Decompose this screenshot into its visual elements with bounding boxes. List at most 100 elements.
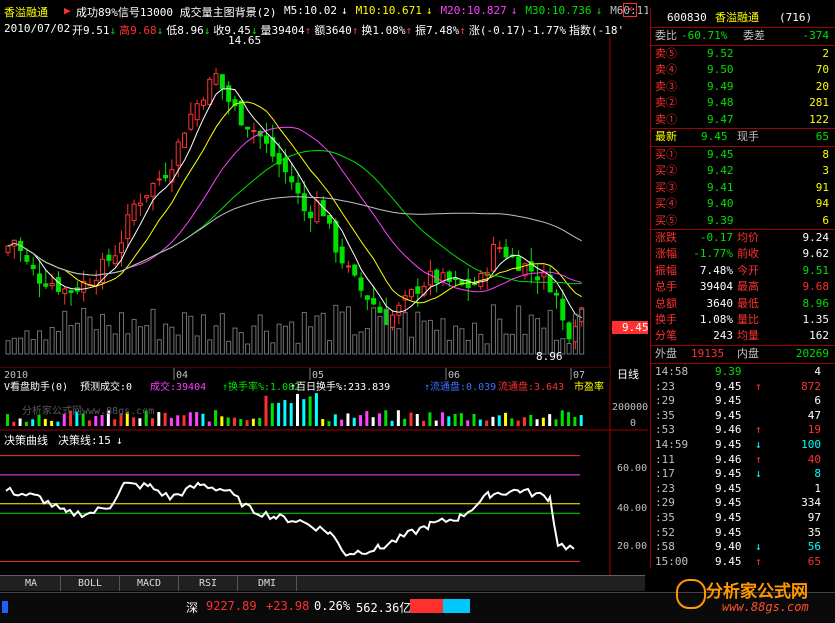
volume-outline-bar — [339, 311, 345, 355]
ma-legend-item: M10:10.671 ↓ — [355, 4, 433, 17]
candle-body — [125, 214, 131, 240]
candle-body — [137, 202, 143, 206]
volume-outline-bar — [37, 330, 43, 355]
volume-bar — [327, 421, 331, 426]
volume-outline-bar — [238, 332, 244, 355]
volume-bar — [12, 421, 16, 426]
candle-body — [188, 113, 194, 130]
volume-bar — [516, 420, 520, 426]
decision-curve — [5, 481, 575, 557]
volume-outline-bar — [106, 324, 112, 355]
tab-macd[interactable]: MACD — [120, 576, 179, 591]
volume-bar — [434, 420, 438, 426]
decision-scale-40: 40.00 — [617, 503, 647, 514]
volume-outline-bar — [364, 328, 370, 355]
tab-rsi[interactable]: RSI — [179, 576, 238, 591]
tab-ma[interactable]: MA — [2, 576, 61, 591]
volume-bar — [359, 415, 363, 426]
candle-body — [156, 178, 162, 181]
volume-title-item: ↑百日换手%:233.839 — [290, 380, 390, 393]
candle-body — [207, 78, 213, 106]
volume-bar — [151, 418, 154, 426]
indicator-tabs: MA BOLL MACD RSI DMI — [0, 575, 645, 591]
ma-legend: M5:10.02 ↓ M10:10.671 ↓ M20:10.827 ↓ M30:10.73… — [284, 4, 648, 17]
volume-outline-bar — [270, 342, 276, 355]
waipan-row: 外盘 19135 内盘 20269 — [655, 347, 829, 360]
volume-outline-bar — [49, 326, 55, 355]
candle-body — [175, 141, 181, 166]
tab-dmi[interactable]: DMI — [238, 576, 297, 591]
tick-row: :11 9.46 ↑ 40 — [655, 452, 821, 466]
volume-bar — [491, 416, 495, 426]
volume-bar — [453, 413, 457, 426]
chart-area[interactable]: 14.65 8.96 9.45 2010 04 05 06 07 日线 V看盘助… — [0, 36, 648, 576]
volume-title-item: 成交:39404 — [150, 380, 206, 393]
tick-row: :35 9.45 97 — [655, 511, 821, 524]
volume-bar — [245, 420, 249, 426]
sell-level-row: 卖④ 9.50 70 — [655, 63, 829, 77]
volume-outline-bar — [377, 315, 383, 355]
info-item: 低8.96↓ — [166, 24, 211, 36]
candle-body — [503, 246, 509, 258]
sell-price: 9.49 — [707, 79, 734, 93]
volume-outline-bar — [18, 337, 24, 355]
candle-body — [37, 273, 43, 284]
volume-outline-bar — [93, 329, 99, 355]
volume-bar — [132, 417, 136, 426]
volume-outline-bar — [188, 315, 194, 355]
latest-row: 最新 9.45 现手 65 — [655, 130, 829, 143]
candle-body — [377, 306, 383, 313]
candle-body — [112, 255, 118, 265]
volume-outline-bar — [87, 316, 93, 355]
xianshou-value: 65 — [815, 130, 829, 143]
info-item: 涨(-0.17)-1.77% — [468, 24, 566, 36]
volume-outline-bar — [169, 326, 175, 355]
candle-body — [535, 276, 541, 281]
stat-row: 振幅 7.48% 今开 9.51 — [655, 263, 829, 277]
volume-bar — [6, 414, 9, 426]
volume-bar — [314, 393, 318, 426]
info-date: 2010/07/02 — [4, 22, 71, 35]
ma-legend-item: M20:10.827 ↓ — [440, 4, 518, 17]
sell-price: 9.48 — [707, 96, 734, 110]
tab-boll[interactable]: BOLL — [61, 576, 120, 591]
volume-outline-bar — [371, 307, 377, 355]
volume-outline-bar — [55, 331, 61, 355]
volume-outline-bar — [5, 340, 11, 355]
sell-price: 9.50 — [707, 63, 734, 77]
volume-outline-bar — [207, 339, 213, 355]
index-value: 9227.89 — [206, 599, 257, 613]
stat-row: 涨跌 -0.17 均价 9.24 — [655, 231, 829, 244]
volume-outline-bar — [509, 333, 515, 355]
site-badge: 分析家公式网 www.88gs.com — [676, 573, 834, 621]
volume-bar — [466, 420, 470, 426]
candle-body — [427, 270, 433, 286]
candle-body — [358, 277, 364, 291]
close-icon[interactable]: × — [623, 3, 637, 17]
candle-body — [163, 174, 169, 179]
waipan-value: 19135 — [691, 347, 725, 360]
volume-title-item: 预测成交:0 — [80, 380, 132, 393]
volume-bar — [390, 420, 394, 426]
quote-stock-name: 香溢融通 — [715, 11, 759, 24]
volume-outline-bar — [472, 322, 478, 355]
tick-row: :58 9.40 ↓ 56 — [655, 540, 821, 554]
start-icon[interactable] — [2, 601, 8, 613]
volume-outline-bar — [163, 323, 169, 355]
high-label: 14.65 — [228, 36, 261, 47]
volume-outline-bar — [156, 339, 162, 355]
volume-bar — [554, 419, 558, 426]
index-pct: 0.26% — [314, 599, 351, 613]
tick-row: 14:59 9.45 ↓ 100 — [655, 438, 821, 451]
period-label[interactable]: 日线 — [617, 367, 639, 381]
candle-body — [345, 265, 351, 268]
volume-bar — [113, 419, 117, 426]
volume-bar — [188, 412, 192, 426]
tick-row: :23 9.45 1 — [655, 481, 821, 495]
volume-outline-bar — [131, 318, 137, 355]
month-label-04: 04 — [176, 370, 188, 381]
candle-body — [383, 309, 389, 326]
candle-body — [553, 292, 559, 296]
ma-legend-item: M5:10.02 ↓ — [284, 4, 348, 17]
candle-body — [194, 103, 200, 121]
